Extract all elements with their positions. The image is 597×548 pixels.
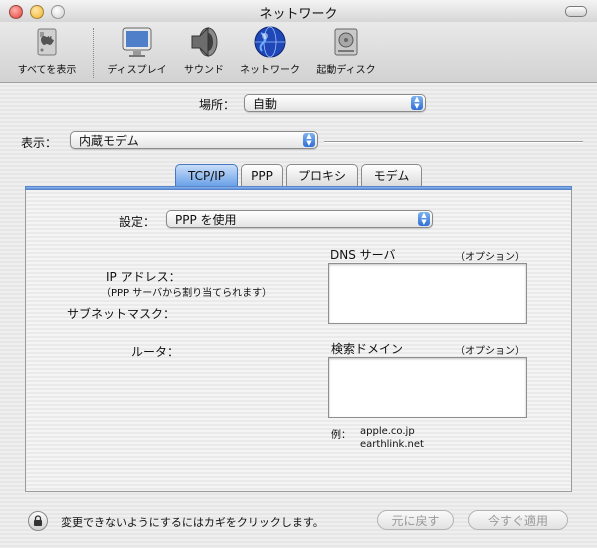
lock-button[interactable] xyxy=(28,511,48,531)
show-label: 表示： xyxy=(21,136,58,150)
speaker-icon xyxy=(191,26,218,58)
show-value: 内蔵モデム xyxy=(79,134,139,148)
title-bar[interactable]: ネットワーク xyxy=(0,0,597,23)
subnet-mask-label: サブネットマスク： xyxy=(67,307,176,321)
tab-tcpip[interactable]: TCP/IP xyxy=(175,164,238,186)
window-title: ネットワーク xyxy=(259,7,338,22)
show-popup[interactable]: 内蔵モデム ▲ ▼ xyxy=(70,131,318,149)
show-all-button[interactable]: すべてを表示 xyxy=(8,25,86,81)
show-all-label: すべてを表示 xyxy=(17,65,77,76)
startup-disk-label: 起動ディスク xyxy=(316,65,376,76)
toolbar-separator xyxy=(93,28,94,78)
toolbar-toggle-button[interactable] xyxy=(565,6,587,17)
startup-disk-button[interactable]: 起動ディスク xyxy=(307,25,385,81)
tab-modem[interactable]: モデム xyxy=(361,164,422,186)
tab-ppp[interactable]: PPP xyxy=(241,164,283,186)
show-divider xyxy=(324,141,583,143)
example-domain-2: earthlink.net xyxy=(360,439,424,450)
tcpip-panel xyxy=(25,190,572,492)
search-optional-label: （オプション） xyxy=(455,346,525,357)
example-label: 例： xyxy=(331,430,351,441)
search-domain-field[interactable] xyxy=(328,357,527,418)
dns-label: DNS サーバ xyxy=(330,248,396,262)
config-value: PPP を使用 xyxy=(175,213,237,227)
router-label: ルータ： xyxy=(131,345,180,359)
popup-arrows-icon: ▲ ▼ xyxy=(411,96,423,110)
apply-now-button[interactable]: 今すぐ適用 xyxy=(468,510,568,530)
ip-address-label: IP アドレス： xyxy=(106,270,181,284)
config-label: 設定： xyxy=(119,215,156,229)
network-button[interactable]: ネットワーク xyxy=(231,25,309,81)
ip-address-note: （PPP サーバから割り当てられます） xyxy=(101,288,273,299)
config-popup[interactable]: PPP を使用 ▲ ▼ xyxy=(166,210,433,228)
revert-button[interactable]: 元に戻す xyxy=(377,510,454,530)
dns-optional-label: （オプション） xyxy=(455,252,525,263)
hard-disk-icon xyxy=(334,28,358,56)
popup-arrows-icon: ▲ ▼ xyxy=(303,133,315,147)
apple-prefs-icon xyxy=(37,28,57,56)
location-popup[interactable]: 自動 ▲ ▼ xyxy=(244,94,426,112)
tab-proxy[interactable]: プロキシ xyxy=(286,164,358,186)
lock-icon xyxy=(34,515,42,526)
toolbar: すべてを表示 ディスプレイ サウンド ネットワーク 起動ディスク xyxy=(0,22,597,83)
lock-hint-text: 変更できないようにするにはカギをクリックします。 xyxy=(61,516,324,529)
location-value: 自動 xyxy=(253,97,278,111)
dns-field[interactable] xyxy=(328,263,527,324)
network-label: ネットワーク xyxy=(240,65,300,76)
search-domain-label: 検索ドメイン xyxy=(331,342,404,356)
popup-arrows-icon: ▲ ▼ xyxy=(418,212,430,226)
display-icon xyxy=(122,27,152,57)
location-label: 場所： xyxy=(199,98,236,112)
example-domain-1: apple.co.jp xyxy=(360,426,415,437)
globe-icon xyxy=(254,26,286,58)
